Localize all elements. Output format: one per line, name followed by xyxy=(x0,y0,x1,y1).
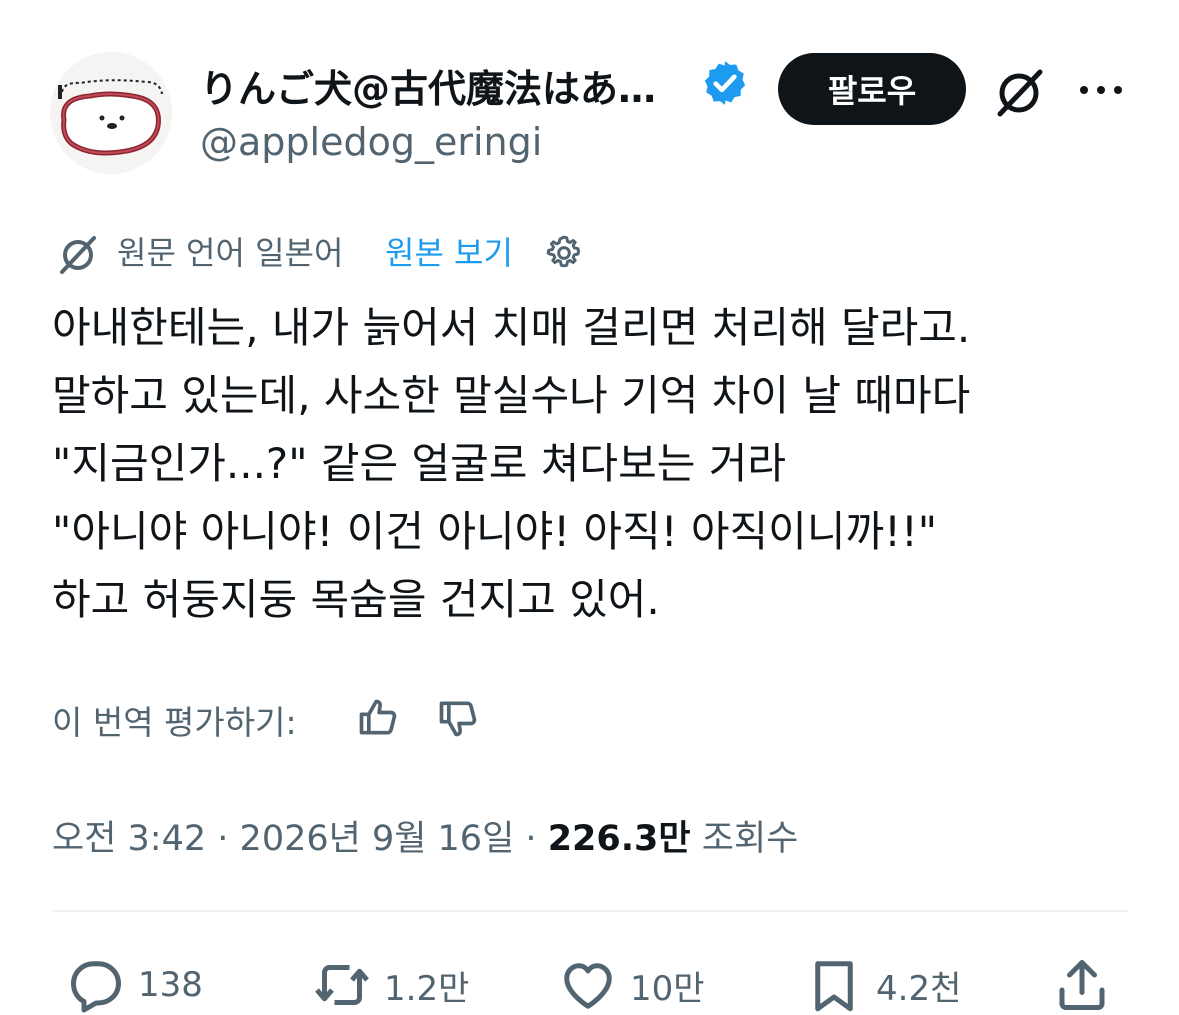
bookmark-count: 4.2천 xyxy=(876,968,962,1009)
thumbs-down-icon[interactable] xyxy=(436,696,480,740)
separator: · xyxy=(217,819,229,859)
repost-button[interactable]: 1.2만 xyxy=(312,955,469,1015)
tweet-text: 아내한테는, 내가 늙어서 치매 걸리면 처리해 달라고. 말하고 있는데, 사… xyxy=(52,294,1142,634)
grok-icon[interactable] xyxy=(992,64,1048,120)
repost-icon xyxy=(315,965,369,1005)
tweet-line: "아니야 아니야! 이건 아니야! 아직! 아직이니까!!" xyxy=(52,507,938,556)
rate-translation-label: 이 번역 평가하기: xyxy=(52,703,297,742)
share-icon xyxy=(1059,960,1105,1010)
reply-button[interactable]: 138 xyxy=(66,955,203,1015)
bookmark-icon xyxy=(815,961,853,1012)
heart-icon xyxy=(564,963,612,1009)
display-name[interactable]: りんご犬@古代魔法はあ… xyxy=(200,58,656,113)
repost-count: 1.2만 xyxy=(384,968,470,1009)
tweet-line: 말하고 있는데, 사소한 말실수나 기억 차이 날 때마다 xyxy=(52,371,971,420)
follow-button[interactable]: 팔로우 xyxy=(778,53,966,125)
like-count: 10만 xyxy=(630,968,705,1009)
tweet-line: "지금인가...?" 같은 얼굴로 쳐다보는 거라 xyxy=(52,439,786,488)
gear-icon[interactable] xyxy=(544,233,584,273)
tweet-line: 아내한테는, 내가 늙어서 치매 걸리면 처리해 달라고. xyxy=(52,303,971,352)
tweet-line: 하고 허둥지둥 목숨을 건지고 있어. xyxy=(52,575,660,624)
more-options-icon[interactable] xyxy=(1078,78,1124,102)
tweet-date[interactable]: 2026년 9월 16일 xyxy=(240,819,515,859)
reply-count: 138 xyxy=(138,965,203,1005)
like-button[interactable]: 10만 xyxy=(558,955,705,1015)
views-label: 조회수 xyxy=(701,819,799,859)
tweet-meta: 오전 3:42 · 2026년 9월 16일 · 226.3만 조회수 xyxy=(52,810,798,861)
verified-badge-icon[interactable] xyxy=(700,58,750,108)
tweet-time[interactable]: 오전 3:42 xyxy=(52,819,206,859)
avatar[interactable] xyxy=(50,52,172,174)
translation-source-label: 원문 언어 일본어 xyxy=(117,234,344,272)
views-count: 226.3만 xyxy=(547,819,691,859)
thumbs-up-icon[interactable] xyxy=(356,696,400,740)
reply-icon xyxy=(71,961,121,1013)
separator: · xyxy=(525,819,537,859)
bookmark-button[interactable]: 4.2천 xyxy=(804,955,961,1015)
user-handle[interactable]: @appledog_eringi xyxy=(200,120,542,164)
divider xyxy=(52,910,1128,912)
apple-dog-avatar-icon xyxy=(50,52,172,174)
share-button[interactable] xyxy=(1052,955,1124,1015)
grok-translate-icon xyxy=(60,236,96,274)
view-original-link[interactable]: 원본 보기 xyxy=(385,228,513,274)
